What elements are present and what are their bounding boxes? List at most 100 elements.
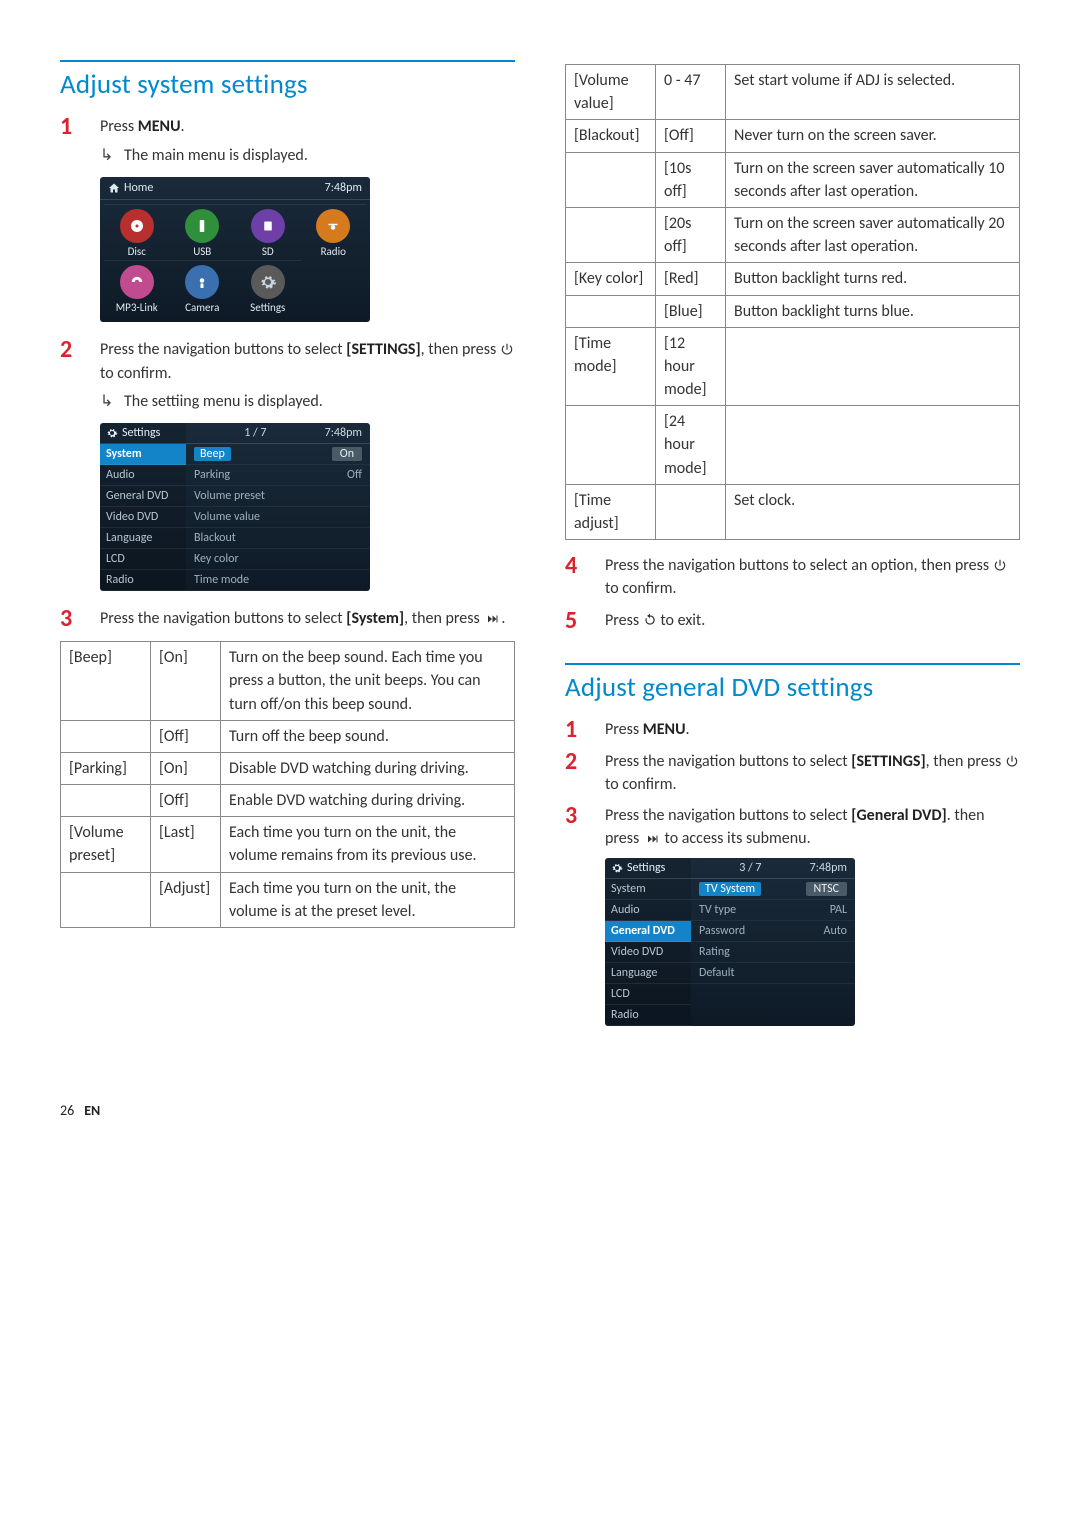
table-cell: [Off]: [656, 120, 726, 152]
step-bold: MENU: [643, 720, 686, 739]
step-text: Press: [605, 720, 643, 739]
step-b3: 3 Press the navigation buttons to select…: [565, 804, 1020, 850]
step-1: 1 Press MENU.: [60, 115, 515, 139]
system-settings-table-2: [Volume value]0 - 47Set start volume if …: [565, 64, 1020, 540]
side-row: General DVD: [605, 921, 691, 942]
step-result: The settiing menu is displayed.: [124, 391, 515, 413]
row-val: PAL: [830, 903, 847, 917]
step-b2: 2 Press the navigation buttons to select…: [565, 750, 1020, 796]
step-bold: [SETTINGS]: [346, 340, 420, 359]
side-row: Video DVD: [605, 942, 691, 963]
home-item-disc: Disc: [104, 204, 170, 260]
side-row: Language: [605, 963, 691, 984]
table-cell: [Off]: [151, 720, 221, 752]
step-number: 3: [60, 607, 100, 631]
step-text: Press the navigation buttons to select a…: [605, 556, 993, 575]
step-text-mid: , then press: [421, 340, 500, 359]
home-item-settings: Settings: [235, 260, 301, 316]
device-page: 3 / 7: [739, 861, 761, 875]
table-cell: [Off]: [151, 785, 221, 817]
step-text: Press the navigation buttons to select: [605, 806, 851, 825]
step-bold: [System]: [346, 609, 404, 628]
step-result: The main menu is displayed.: [124, 145, 515, 167]
step-text-tail: .: [181, 117, 185, 136]
step-5: 5 Press to exit.: [565, 609, 1020, 633]
power-icon: [500, 342, 514, 356]
row-key: TV System: [699, 882, 761, 896]
table-cell: Each time you turn on the unit, the volu…: [221, 872, 515, 927]
row-val: On: [332, 447, 362, 461]
device-page: 1 / 7: [244, 426, 266, 440]
row-key: Volume value: [194, 510, 260, 524]
table-cell: [On]: [151, 642, 221, 721]
page-footer: 26EN: [60, 1102, 1020, 1119]
row-key: Parking: [194, 468, 230, 482]
table-cell: [Time adjust]: [566, 484, 656, 539]
row-key: TV type: [699, 903, 736, 917]
page-number: 26: [60, 1102, 74, 1119]
step-bold: MENU: [138, 117, 181, 136]
device-time: 7:48pm: [325, 426, 370, 440]
table-cell: Enable DVD watching during driving.: [221, 785, 515, 817]
step-4: 4 Press the navigation buttons to select…: [565, 554, 1020, 600]
table-cell: [Parking]: [61, 752, 151, 784]
home-item-usb: USB: [170, 204, 236, 260]
table-cell: [Volume preset]: [61, 817, 151, 872]
table-cell: [566, 207, 656, 262]
step-text: Press the navigation buttons to select: [605, 752, 851, 771]
row-val: Auto: [824, 924, 847, 938]
step-text-tail: to exit.: [657, 611, 706, 630]
table-cell: [20s off]: [656, 207, 726, 262]
table-cell: Turn on the screen saver automatically 2…: [726, 207, 1020, 262]
side-row: General DVD: [100, 486, 186, 507]
table-cell: [Beep]: [61, 642, 151, 721]
row-val: Off: [347, 468, 362, 482]
side-row: Audio: [100, 465, 186, 486]
row-key: Volume preset: [194, 489, 265, 503]
device-title: Home: [124, 181, 153, 195]
table-cell: [12 hour mode]: [656, 327, 726, 406]
device-settings-generaldvd-mock: Settings System Audio General DVD Video …: [605, 858, 855, 1026]
table-cell: [On]: [151, 752, 221, 784]
step-number: 5: [565, 609, 605, 633]
step-3: 3 Press the navigation buttons to select…: [60, 607, 515, 631]
home-item-camera: Camera: [170, 260, 236, 316]
side-row: System: [605, 879, 691, 900]
table-cell: Button backlight turns red.: [726, 263, 1020, 295]
step-number: 3: [565, 804, 605, 828]
table-cell: Turn on the screen saver automatically 1…: [726, 152, 1020, 207]
step-text-tail: .: [501, 609, 505, 628]
table-cell: [656, 484, 726, 539]
step-bold: [SETTINGS]: [851, 752, 925, 771]
side-row: Radio: [605, 1005, 691, 1026]
device-time: 7:48pm: [325, 181, 362, 195]
device-header: Settings: [122, 426, 160, 440]
table-cell: [726, 406, 1020, 485]
table-cell: [566, 295, 656, 327]
table-cell: [Last]: [151, 817, 221, 872]
power-icon: [1005, 754, 1019, 768]
table-cell: [726, 327, 1020, 406]
result-arrow-icon: ↳: [100, 145, 124, 165]
table-cell: [24 hour mode]: [656, 406, 726, 485]
table-cell: Set clock.: [726, 484, 1020, 539]
side-row: Audio: [605, 900, 691, 921]
side-row: Radio: [100, 570, 186, 591]
step-text: Press: [605, 611, 643, 630]
table-cell: Never turn on the screen saver.: [726, 120, 1020, 152]
table-cell: 0 - 47: [656, 65, 726, 120]
side-row: Language: [100, 528, 186, 549]
system-settings-table-1: [Beep][On]Turn on the beep sound. Each t…: [60, 641, 515, 928]
table-cell: [Adjust]: [151, 872, 221, 927]
row-key: Time mode: [194, 573, 249, 587]
fast-forward-icon: [643, 833, 661, 845]
row-key: Password: [699, 924, 745, 938]
table-cell: [Key color]: [566, 263, 656, 295]
heading-adjust-system: Adjust system settings: [60, 60, 515, 101]
step-text-tail: to confirm.: [605, 579, 677, 598]
home-item-radio: Radio: [301, 204, 367, 260]
step-number: 2: [565, 750, 605, 774]
table-cell: [Time mode]: [566, 327, 656, 406]
step-text-mid: , then press: [404, 609, 483, 628]
table-cell: [Blue]: [656, 295, 726, 327]
